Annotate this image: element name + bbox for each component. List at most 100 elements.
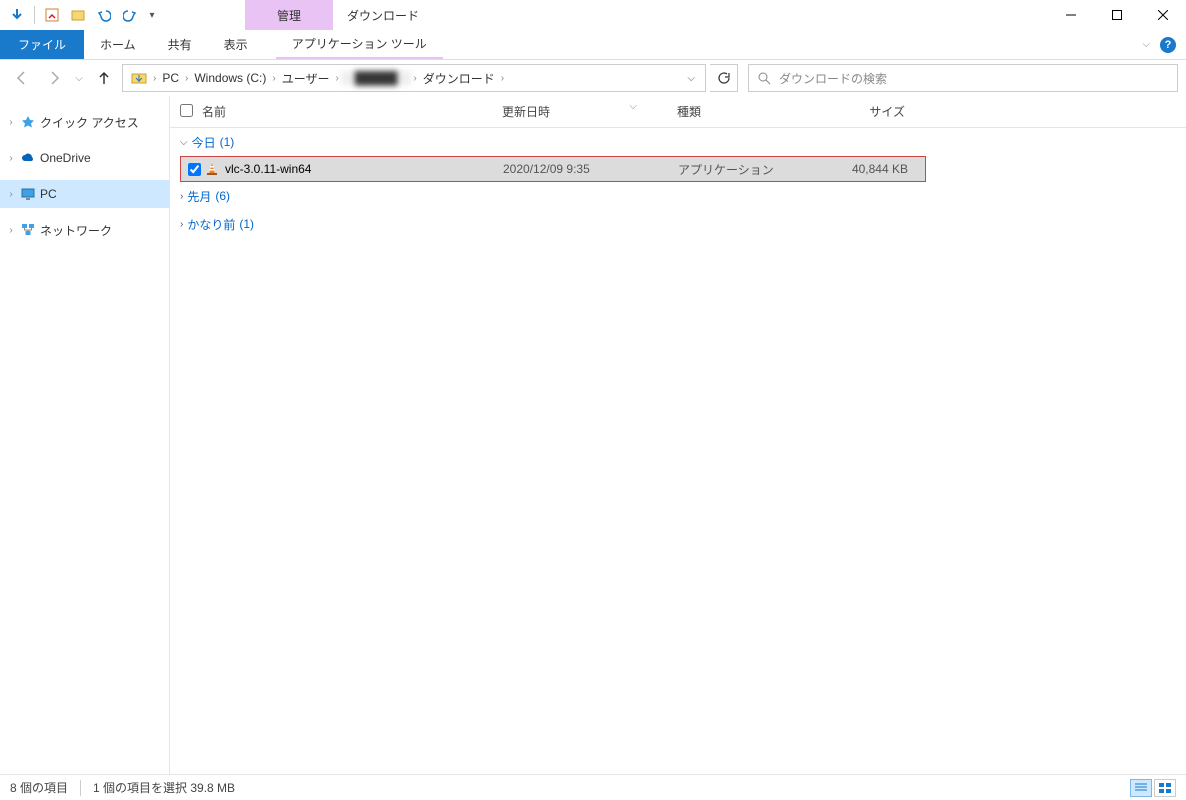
status-selection: 1 個の項目を選択 39.8 MB <box>93 779 235 796</box>
group-last-month[interactable]: › 先月 (6) <box>170 182 1186 210</box>
forward-button[interactable] <box>40 64 68 92</box>
crumb-downloads[interactable]: ダウンロード <box>419 70 499 87</box>
monitor-icon <box>20 187 36 201</box>
help-icon[interactable]: ? <box>1160 37 1176 53</box>
ribbon-tabs: ファイル ホーム 共有 表示 アプリケーション ツール ⌵ ? <box>0 30 1186 60</box>
back-button[interactable] <box>8 64 36 92</box>
group-label: 先月 <box>187 188 211 205</box>
file-name: vlc-3.0.11-win64 <box>221 162 503 176</box>
content: 名前 更新日時⌵ 種類 サイズ ⌵ 今日 (1) vlc-3.0.11-win6… <box>170 96 1186 774</box>
address-bar[interactable]: › PC › Windows (C:) › ユーザー › █████ › ダウン… <box>122 64 706 92</box>
column-header: 名前 更新日時⌵ 種類 サイズ <box>170 96 1186 128</box>
group-count: (1) <box>239 217 254 231</box>
search-placeholder: ダウンロードの検索 <box>779 70 887 87</box>
file-type: アプリケーション <box>678 161 818 178</box>
group-label: かなり前 <box>187 216 235 233</box>
chevron-down-icon: ⌵ <box>629 101 637 112</box>
chevron-right-icon[interactable]: › <box>6 189 16 200</box>
view-switcher <box>1130 779 1176 797</box>
quick-access-toolbar: ▾ <box>0 0 165 30</box>
folder-icon <box>127 70 151 86</box>
ribbon-right: ⌵ ? <box>1142 30 1186 59</box>
search-icon <box>757 71 771 85</box>
tab-file[interactable]: ファイル <box>0 30 84 59</box>
file-row[interactable]: vlc-3.0.11-win64 2020/12/09 9:35 アプリケーショ… <box>180 156 926 182</box>
group-count: (6) <box>215 189 230 203</box>
group-label: 今日 <box>192 134 216 151</box>
sidebar-item-network[interactable]: › ネットワーク <box>0 216 169 244</box>
redo-icon[interactable] <box>119 4 141 26</box>
up-button[interactable] <box>90 64 118 92</box>
vlc-cone-icon <box>203 162 221 176</box>
chevron-right-icon[interactable]: › <box>411 73 418 84</box>
column-size[interactable]: サイズ <box>817 103 917 120</box>
chevron-right-icon[interactable]: › <box>6 153 16 164</box>
group-long-ago[interactable]: › かなり前 (1) <box>170 210 1186 238</box>
down-arrow-icon[interactable] <box>6 4 28 26</box>
sidebar-label: PC <box>40 187 57 201</box>
window-title: ダウンロード <box>333 0 419 30</box>
tab-view[interactable]: 表示 <box>208 30 264 59</box>
maximize-button[interactable] <box>1094 0 1140 30</box>
icons-view-button[interactable] <box>1154 779 1176 797</box>
sidebar: › クイック アクセス › OneDrive › PC › <box>0 96 170 774</box>
customize-qat-dropdown[interactable]: ▾ <box>145 4 159 26</box>
window-controls <box>1048 0 1186 30</box>
chevron-right-icon[interactable]: › <box>183 73 190 84</box>
titlebar-center: 管理 ダウンロード <box>165 0 1048 30</box>
chevron-right-icon: › <box>180 219 183 230</box>
navbar: ⌵ › PC › Windows (C:) › ユーザー › █████ › ダ… <box>0 60 1186 96</box>
chevron-right-icon[interactable]: › <box>6 225 16 236</box>
tab-app-tools[interactable]: アプリケーション ツール <box>276 30 443 59</box>
crumb-pc[interactable]: PC <box>158 71 183 85</box>
group-count: (1) <box>220 135 235 149</box>
chevron-right-icon: › <box>180 191 183 202</box>
file-size: 40,844 KB <box>818 162 918 176</box>
main: › クイック アクセス › OneDrive › PC › <box>0 96 1186 774</box>
titlebar: ▾ 管理 ダウンロード <box>0 0 1186 30</box>
group-today[interactable]: ⌵ 今日 (1) <box>170 128 1186 156</box>
crumb-users[interactable]: ユーザー <box>278 70 334 87</box>
separator <box>80 780 81 796</box>
column-name[interactable]: 名前 <box>202 103 502 120</box>
sidebar-item-pc[interactable]: › PC <box>0 180 169 208</box>
crumb-drive[interactable]: Windows (C:) <box>190 71 270 85</box>
close-button[interactable] <box>1140 0 1186 30</box>
refresh-button[interactable] <box>710 64 738 92</box>
crumb-username[interactable]: █████ <box>341 71 412 85</box>
recent-dropdown[interactable]: ⌵ <box>72 64 86 92</box>
chevron-right-icon[interactable]: › <box>499 73 506 84</box>
network-icon <box>20 223 36 237</box>
contextual-tab-label: 管理 <box>245 0 333 30</box>
new-folder-icon[interactable] <box>67 4 89 26</box>
separator <box>34 6 35 24</box>
column-date[interactable]: 更新日時⌵ <box>502 103 677 120</box>
address-dropdown[interactable]: ⌵ <box>681 73 701 84</box>
sidebar-label: クイック アクセス <box>40 114 139 131</box>
chevron-right-icon[interactable]: › <box>333 73 340 84</box>
sidebar-item-onedrive[interactable]: › OneDrive <box>0 144 169 172</box>
minimize-button[interactable] <box>1048 0 1094 30</box>
tab-home[interactable]: ホーム <box>84 30 152 59</box>
sidebar-label: ネットワーク <box>40 222 112 239</box>
details-view-button[interactable] <box>1130 779 1152 797</box>
properties-icon[interactable] <box>41 4 63 26</box>
select-all-checkbox[interactable] <box>180 104 202 120</box>
tab-share[interactable]: 共有 <box>152 30 208 59</box>
expand-ribbon-icon[interactable]: ⌵ <box>1142 39 1150 50</box>
star-icon <box>20 115 36 129</box>
sidebar-item-quick-access[interactable]: › クイック アクセス <box>0 108 169 136</box>
statusbar: 8 個の項目 1 個の項目を選択 39.8 MB <box>0 774 1186 800</box>
chevron-right-icon[interactable]: › <box>151 73 158 84</box>
row-checkbox[interactable] <box>181 163 203 176</box>
chevron-right-icon[interactable]: › <box>270 73 277 84</box>
undo-icon[interactable] <box>93 4 115 26</box>
chevron-down-icon: ⌵ <box>180 137 188 148</box>
sidebar-label: OneDrive <box>40 151 91 165</box>
search-box[interactable]: ダウンロードの検索 <box>748 64 1178 92</box>
cloud-icon <box>20 151 36 165</box>
file-date: 2020/12/09 9:35 <box>503 162 678 176</box>
chevron-right-icon[interactable]: › <box>6 117 16 128</box>
column-type[interactable]: 種類 <box>677 103 817 120</box>
status-item-count: 8 個の項目 <box>10 779 68 796</box>
